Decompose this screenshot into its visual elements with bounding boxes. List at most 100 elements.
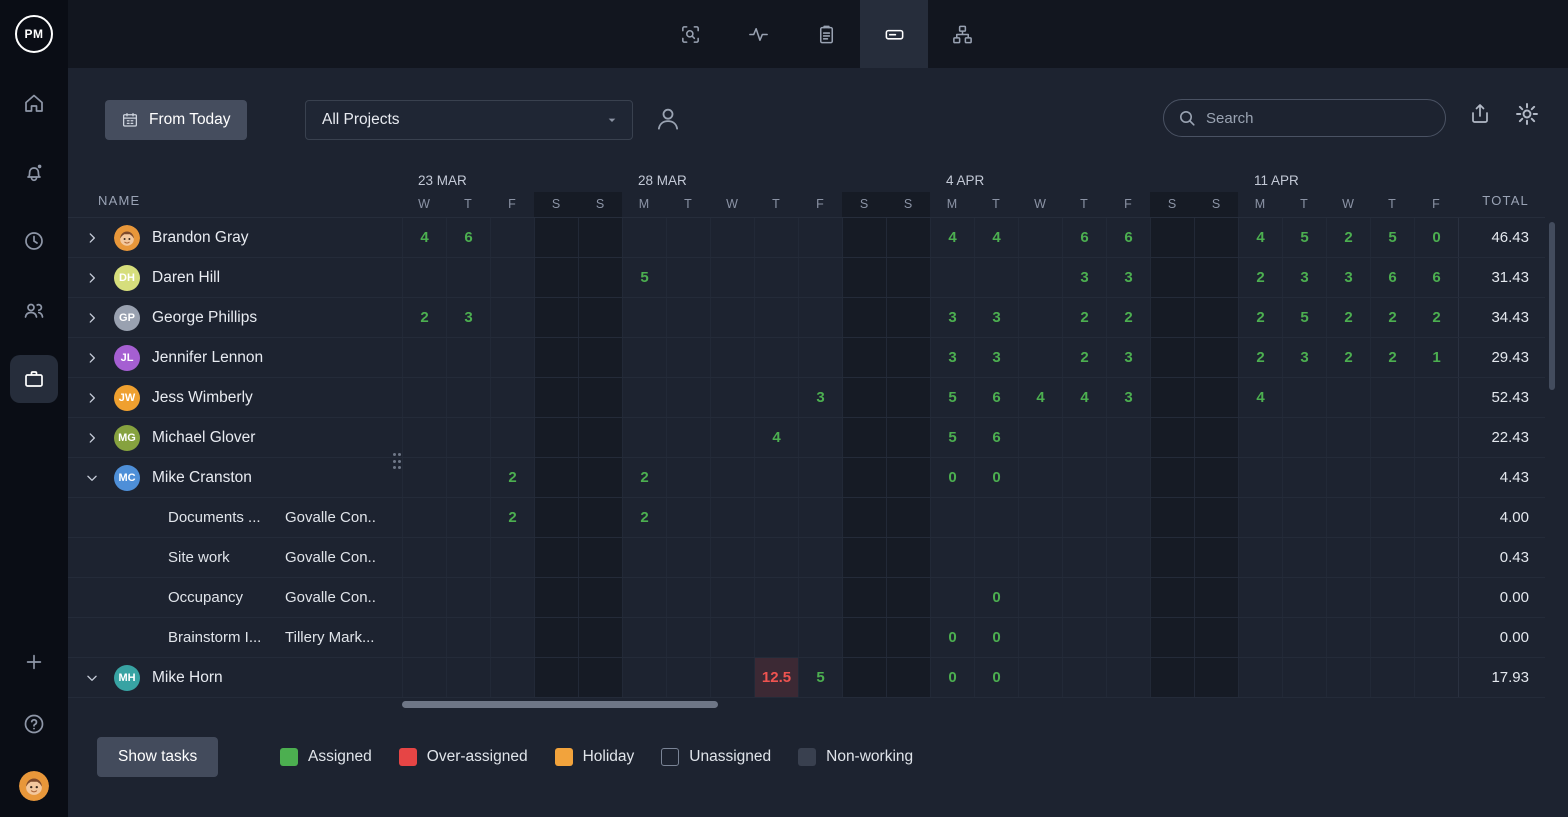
resource-person-button[interactable] xyxy=(653,104,683,134)
grid-cell[interactable] xyxy=(1194,378,1238,417)
search-box[interactable] xyxy=(1163,99,1446,137)
grid-cell[interactable] xyxy=(1106,658,1150,697)
grid-cell[interactable] xyxy=(1194,538,1238,577)
grid-cell[interactable] xyxy=(1018,338,1062,377)
grid-cell[interactable] xyxy=(1282,458,1326,497)
grid-cell[interactable] xyxy=(798,618,842,657)
grid-cell[interactable] xyxy=(886,338,930,377)
grid-cell[interactable]: 3 xyxy=(930,338,974,377)
grid-cell[interactable] xyxy=(1018,258,1062,297)
grid-cell[interactable] xyxy=(1018,578,1062,617)
grid-cell[interactable] xyxy=(1150,418,1194,457)
grid-cell[interactable] xyxy=(754,538,798,577)
grid-cell[interactable]: 0 xyxy=(1414,218,1458,257)
table-row-task[interactable]: Documents ...Govalle Con..224.00 xyxy=(68,498,1545,538)
grid-cell[interactable] xyxy=(1194,258,1238,297)
grid-cell[interactable] xyxy=(1062,658,1106,697)
grid-cell[interactable] xyxy=(446,618,490,657)
grid-cell[interactable] xyxy=(490,578,534,617)
grid-cell[interactable] xyxy=(886,618,930,657)
grid-cell[interactable] xyxy=(1282,578,1326,617)
grid-cell[interactable] xyxy=(622,418,666,457)
grid-cell[interactable] xyxy=(1282,538,1326,577)
grid-cell[interactable] xyxy=(666,498,710,537)
grid-cell[interactable] xyxy=(1238,578,1282,617)
grid-cell[interactable] xyxy=(534,658,578,697)
grid-cell[interactable] xyxy=(402,498,446,537)
grid-cell[interactable] xyxy=(1282,658,1326,697)
grid-cell[interactable]: 2 xyxy=(1326,338,1370,377)
table-row-person[interactable]: DHDaren Hill5332336631.43 xyxy=(68,258,1545,298)
grid-cell[interactable] xyxy=(886,258,930,297)
chevron-down-icon[interactable] xyxy=(85,470,101,486)
grid-cell[interactable] xyxy=(1194,578,1238,617)
grid-cell[interactable]: 2 xyxy=(622,498,666,537)
grid-cell[interactable]: 3 xyxy=(1282,258,1326,297)
sidebar-item-add[interactable] xyxy=(0,631,68,693)
grid-cell[interactable]: 5 xyxy=(622,258,666,297)
grid-cell[interactable]: 3 xyxy=(1106,258,1150,297)
grid-cell[interactable] xyxy=(1370,658,1414,697)
grid-cell[interactable]: 2 xyxy=(1414,298,1458,337)
grid-cell[interactable] xyxy=(622,578,666,617)
grid-cell[interactable]: 0 xyxy=(930,458,974,497)
grid-cell[interactable] xyxy=(1194,618,1238,657)
grid-cell[interactable] xyxy=(710,618,754,657)
table-row-person[interactable]: JWJess Wimberly356443452.43 xyxy=(68,378,1545,418)
horizontal-scrollbar[interactable] xyxy=(402,701,718,708)
column-resize-handle[interactable] xyxy=(393,453,402,471)
grid-cell[interactable] xyxy=(886,298,930,337)
grid-cell[interactable] xyxy=(490,338,534,377)
grid-cell[interactable] xyxy=(490,218,534,257)
grid-cell[interactable] xyxy=(1194,498,1238,537)
grid-cell[interactable] xyxy=(402,578,446,617)
grid-cell[interactable] xyxy=(1414,538,1458,577)
grid-cell[interactable] xyxy=(534,498,578,537)
project-filter-dropdown[interactable]: All Projects xyxy=(305,100,633,140)
grid-cell[interactable]: 6 xyxy=(1106,218,1150,257)
grid-cell[interactable] xyxy=(1282,418,1326,457)
grid-cell[interactable] xyxy=(666,218,710,257)
grid-cell[interactable] xyxy=(754,338,798,377)
grid-cell[interactable] xyxy=(710,378,754,417)
grid-cell[interactable] xyxy=(1106,498,1150,537)
sidebar-item-team[interactable] xyxy=(0,275,68,344)
row-name-cell[interactable]: OccupancyGovalle Con.. xyxy=(68,578,402,617)
grid-cell[interactable] xyxy=(666,618,710,657)
row-name-cell[interactable]: DHDaren Hill xyxy=(68,258,402,297)
tab-report[interactable] xyxy=(792,0,860,68)
grid-cell[interactable] xyxy=(578,338,622,377)
grid-cell[interactable] xyxy=(842,258,886,297)
table-row-person[interactable]: GPGeorge Phillips2333222522234.43 xyxy=(68,298,1545,338)
grid-cell[interactable] xyxy=(1238,418,1282,457)
grid-cell[interactable] xyxy=(534,538,578,577)
grid-cell[interactable]: 6 xyxy=(1062,218,1106,257)
grid-cell[interactable] xyxy=(842,578,886,617)
grid-cell[interactable]: 3 xyxy=(1062,258,1106,297)
grid-cell[interactable] xyxy=(1326,458,1370,497)
grid-cell[interactable] xyxy=(1326,498,1370,537)
grid-cell[interactable] xyxy=(1370,458,1414,497)
grid-cell[interactable]: 0 xyxy=(974,578,1018,617)
grid-cell[interactable] xyxy=(754,498,798,537)
grid-cell[interactable]: 2 xyxy=(1326,218,1370,257)
table-row-task[interactable]: OccupancyGovalle Con..00.00 xyxy=(68,578,1545,618)
sidebar-item-profile[interactable] xyxy=(0,755,68,817)
export-button[interactable] xyxy=(1468,102,1492,126)
grid-cell[interactable]: 3 xyxy=(446,298,490,337)
grid-cell[interactable] xyxy=(534,258,578,297)
row-name-cell[interactable]: Brandon Gray xyxy=(68,218,402,257)
row-name-cell[interactable]: JWJess Wimberly xyxy=(68,378,402,417)
grid-cell[interactable] xyxy=(1238,458,1282,497)
grid-cell[interactable] xyxy=(886,538,930,577)
grid-cell[interactable] xyxy=(622,538,666,577)
grid-cell[interactable] xyxy=(798,538,842,577)
grid-cell[interactable] xyxy=(578,618,622,657)
tab-workflow[interactable] xyxy=(928,0,996,68)
grid-cell[interactable] xyxy=(1062,498,1106,537)
grid-cell[interactable] xyxy=(622,618,666,657)
grid-cell[interactable] xyxy=(886,218,930,257)
grid-cell[interactable] xyxy=(1106,618,1150,657)
grid-cell[interactable]: 0 xyxy=(930,658,974,697)
grid-cell[interactable] xyxy=(1326,618,1370,657)
